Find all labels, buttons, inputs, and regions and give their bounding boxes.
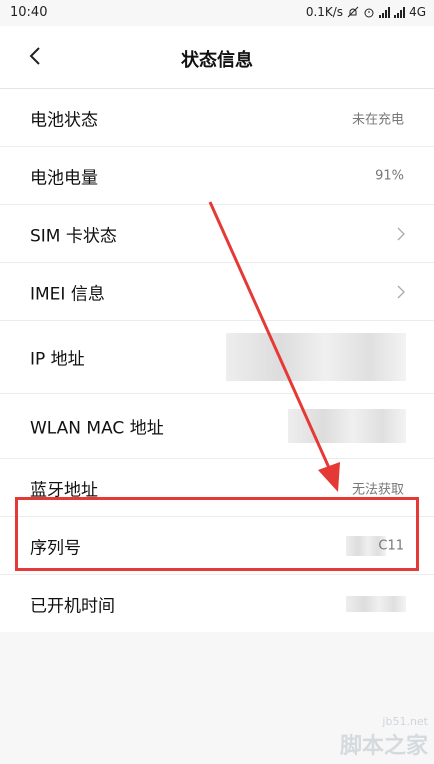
page-title: 状态信息: [181, 50, 253, 71]
row-label: 电池电量: [30, 168, 98, 188]
row-label: SIM 卡状态: [30, 226, 117, 246]
mute-bell-icon: [347, 6, 359, 18]
row-wlan-mac: WLAN MAC 地址: [0, 394, 434, 459]
blurred-value: [226, 333, 406, 381]
row-sim-status[interactable]: SIM 卡状态: [0, 205, 434, 263]
chevron-right-icon: [397, 227, 405, 240]
row-label: IP 地址: [30, 349, 85, 370]
blurred-value: [346, 595, 406, 612]
blurred-value: [288, 409, 406, 443]
row-battery-status: 电池状态 未在充电: [0, 89, 434, 147]
header-bar: 状态信息: [0, 26, 434, 89]
status-time: 10:40: [10, 5, 48, 20]
row-label: WLAN MAC 地址: [30, 418, 164, 439]
row-value: 无法获取: [351, 482, 404, 497]
watermark-url: jb51.net: [382, 715, 428, 728]
signal-icon: [379, 6, 391, 18]
watermark: jb51.net 脚本之家: [340, 715, 428, 760]
watermark-brand: 脚本之家: [339, 734, 428, 759]
row-imei-info[interactable]: IMEI 信息: [0, 263, 434, 321]
row-value: 未在充电: [351, 112, 404, 127]
highlight-box: [15, 497, 419, 571]
alarm-icon: [364, 8, 374, 18]
row-label: IMEI 信息: [30, 284, 105, 304]
row-value: 91%: [375, 168, 404, 183]
status-icons: 0.1K/s 4G: [306, 5, 426, 19]
row-battery-level: 电池电量 91%: [0, 147, 434, 205]
signal-icon-2: [394, 6, 406, 18]
net-speed: 0.1K/s: [305, 5, 344, 19]
row-ip-address: IP 地址: [0, 321, 434, 394]
chevron-right-icon: [397, 285, 405, 298]
status-bar: 10:40 0.1K/s 4G: [0, 0, 434, 26]
row-label: 已开机时间: [30, 596, 115, 616]
network-type: 4G: [409, 5, 426, 19]
row-uptime: 已开机时间: [0, 575, 434, 632]
row-label: 电池状态: [30, 110, 98, 130]
